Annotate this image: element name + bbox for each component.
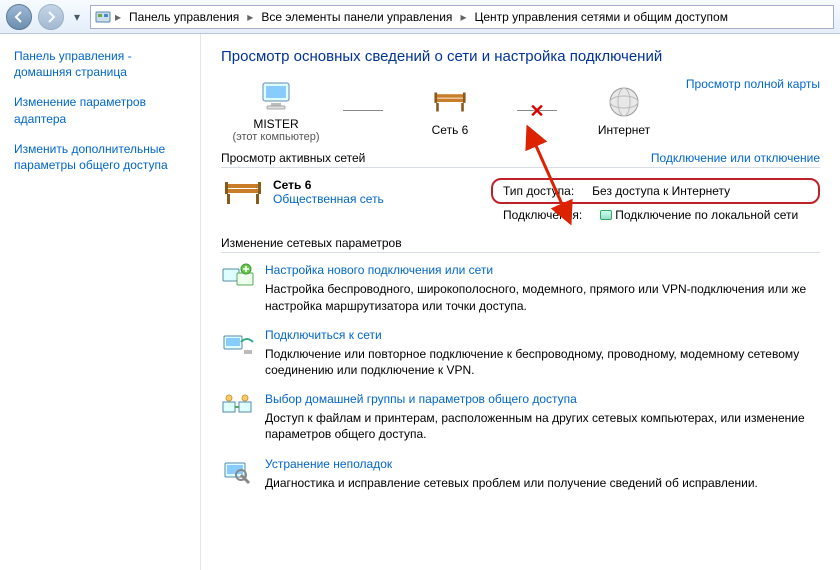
map-computer-label: MISTER: [253, 117, 298, 131]
option-new-connection: Настройка нового подключения или сети На…: [221, 263, 820, 313]
breadcrumb-sep: ▸: [458, 10, 468, 24]
map-node-internet: Интернет: [569, 83, 679, 137]
page-title: Просмотр основных сведений о сети и наст…: [221, 48, 820, 65]
breadcrumb[interactable]: ▸ Панель управления ▸ Все элементы панел…: [90, 5, 834, 29]
connection-link[interactable]: Подключение по локальной сети: [600, 208, 808, 222]
network-map: Просмотр полной карты MISTER (этот компь…: [221, 77, 820, 143]
access-details-box: Тип доступа: Без доступа к Интернету: [491, 178, 820, 204]
breadcrumb-sep: ▸: [245, 10, 255, 24]
map-node-network: Сеть 6: [395, 83, 505, 137]
breadcrumb-item-2[interactable]: Все элементы панели управления: [257, 8, 456, 26]
connection-link-text: Подключение по локальной сети: [615, 208, 798, 222]
option-connect-network: Подключиться к сети Подключение или повт…: [221, 328, 820, 378]
option-desc: Настройка беспроводного, широкополосного…: [265, 281, 820, 313]
lan-icon: [600, 210, 612, 220]
option-title[interactable]: Настройка нового подключения или сети: [265, 263, 820, 277]
option-desc: Подключение или повторное подключение к …: [265, 346, 820, 378]
map-network-label: Сеть 6: [432, 123, 469, 137]
connections-label: Подключения:: [503, 208, 582, 222]
map-computer-sub: (этот компьютер): [232, 131, 319, 143]
nav-history-chevron[interactable]: ▾: [70, 7, 84, 27]
nav-forward-button[interactable]: [38, 4, 64, 30]
option-homegroup: Выбор домашней группы и параметров общег…: [221, 392, 820, 442]
content-area: Просмотр основных сведений о сети и наст…: [200, 34, 840, 570]
active-networks-label: Просмотр активных сетей: [221, 151, 365, 165]
access-type-label: Тип доступа:: [503, 184, 574, 198]
sidebar-home-link[interactable]: Панель управления - домашняя страница: [14, 48, 190, 80]
address-bar: ▾ ▸ Панель управления ▸ Все элементы пан…: [0, 0, 840, 34]
connect-disconnect-link[interactable]: Подключение или отключение: [651, 151, 820, 165]
option-title[interactable]: Устранение неполадок: [265, 457, 758, 471]
map-internet-label: Интернет: [598, 123, 650, 137]
connect-network-icon: [221, 328, 255, 358]
sidebar-adapter-link[interactable]: Изменение параметров адаптера: [14, 94, 190, 126]
bench-icon: [221, 178, 265, 208]
breadcrumb-item-3[interactable]: Центр управления сетями и общим доступом: [470, 8, 732, 26]
sidebar: Панель управления - домашняя страница Из…: [0, 34, 200, 570]
sidebar-sharing-link[interactable]: Изменить дополнительные параметры общего…: [14, 141, 190, 173]
breadcrumb-item-1[interactable]: Панель управления: [125, 8, 243, 26]
active-network-block: Сеть 6 Общественная сеть: [221, 178, 471, 208]
control-panel-icon: [95, 9, 111, 25]
option-desc: Диагностика и исправление сетевых пробле…: [265, 475, 758, 491]
option-desc: Доступ к файлам и принтерам, расположенн…: [265, 410, 820, 442]
error-x-icon: ✕: [529, 101, 544, 122]
full-map-link[interactable]: Просмотр полной карты: [686, 77, 820, 91]
network-name: Сеть 6: [273, 178, 384, 192]
troubleshoot-icon: [221, 457, 255, 487]
option-title[interactable]: Подключиться к сети: [265, 328, 820, 342]
active-networks-header: Просмотр активных сетей Подключение или …: [221, 151, 820, 168]
network-type-link[interactable]: Общественная сеть: [273, 192, 384, 206]
globe-icon: [605, 83, 643, 121]
map-node-computer: MISTER (этот компьютер): [221, 77, 331, 143]
bench-icon: [431, 83, 469, 121]
nav-back-button[interactable]: [6, 4, 32, 30]
option-troubleshoot: Устранение неполадок Диагностика и испра…: [221, 457, 820, 491]
breadcrumb-sep: ▸: [113, 10, 123, 24]
new-connection-icon: [221, 263, 255, 293]
change-settings-header: Изменение сетевых параметров: [221, 236, 402, 250]
map-link-line: [343, 110, 383, 111]
homegroup-icon: [221, 392, 255, 422]
computer-icon: [257, 77, 295, 115]
map-broken-line: ✕: [517, 110, 557, 111]
access-type-value: Без доступа к Интернету: [592, 184, 808, 198]
option-title[interactable]: Выбор домашней группы и параметров общег…: [265, 392, 820, 406]
